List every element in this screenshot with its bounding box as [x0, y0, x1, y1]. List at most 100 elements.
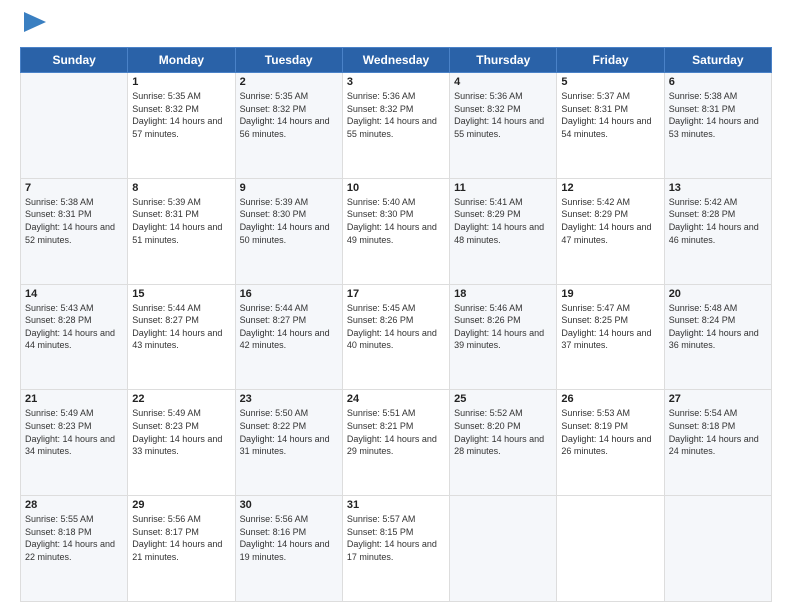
cell-info: Sunrise: 5:39 AMSunset: 8:30 PMDaylight:…	[240, 196, 338, 246]
day-number: 15	[132, 288, 230, 300]
day-number: 5	[561, 76, 659, 88]
calendar-cell	[557, 496, 664, 602]
weekday-header-saturday: Saturday	[664, 48, 771, 73]
logo	[20, 16, 46, 37]
cell-info: Sunrise: 5:39 AMSunset: 8:31 PMDaylight:…	[132, 196, 230, 246]
calendar-cell: 14Sunrise: 5:43 AMSunset: 8:28 PMDayligh…	[21, 284, 128, 390]
day-number: 13	[669, 182, 767, 194]
weekday-header-sunday: Sunday	[21, 48, 128, 73]
calendar-cell: 5 Sunrise: 5:37 AMSunset: 8:31 PMDaylight…	[557, 73, 664, 179]
calendar-week-row: 7Sunrise: 5:38 AMSunset: 8:31 PMDaylight…	[21, 178, 772, 284]
day-number: 7	[25, 182, 123, 194]
calendar-cell: 8 Sunrise: 5:39 AMSunset: 8:31 PMDaylight…	[128, 178, 235, 284]
calendar-cell: 21 Sunrise: 5:49 AMSunset: 8:23 PMDayligh…	[21, 390, 128, 496]
day-number: 31	[347, 499, 445, 511]
cell-info: Sunrise: 5:46 AMSunset: 8:26 PMDaylight:…	[454, 302, 552, 352]
calendar-cell: 27Sunrise: 5:54 AMSunset: 8:18 PMDayligh…	[664, 390, 771, 496]
day-number: 22	[132, 393, 230, 405]
logo-arrow-icon	[24, 12, 46, 32]
weekday-header-thursday: Thursday	[450, 48, 557, 73]
calendar-header: SundayMondayTuesdayWednesdayThursdayFrid…	[21, 48, 772, 73]
cell-info: Sunrise: 5:44 AMSunset: 8:27 PMDaylight:…	[240, 302, 338, 352]
day-number: 18	[454, 288, 552, 300]
header	[20, 16, 772, 37]
calendar-cell: 31Sunrise: 5:57 AMSunset: 8:15 PMDayligh…	[342, 496, 449, 602]
day-number: 6	[669, 76, 767, 88]
cell-info: Sunrise: 5:36 AMSunset: 8:32 PMDaylight:…	[347, 90, 445, 140]
day-number: 19	[561, 288, 659, 300]
cell-info: Sunrise: 5:48 AMSunset: 8:24 PMDaylight:…	[669, 302, 767, 352]
cell-info: Sunrise: 5:44 AMSunset: 8:27 PMDaylight:…	[132, 302, 230, 352]
calendar-week-row: 28 Sunrise: 5:55 AMSunset: 8:18 PMDayligh…	[21, 496, 772, 602]
cell-info: Sunrise: 5:35 AMSunset: 8:32 PMDaylight:…	[240, 90, 338, 140]
calendar-cell: 19 Sunrise: 5:47 AMSunset: 8:25 PMDayligh…	[557, 284, 664, 390]
cell-info: Sunrise: 5:56 AMSunset: 8:16 PMDaylight:…	[240, 513, 338, 563]
calendar-cell: 15 Sunrise: 5:44 AMSunset: 8:27 PMDayligh…	[128, 284, 235, 390]
day-number: 11	[454, 182, 552, 194]
calendar-cell: 22 Sunrise: 5:49 AMSunset: 8:23 PMDayligh…	[128, 390, 235, 496]
day-number: 21	[25, 393, 123, 405]
calendar-cell: 29 Sunrise: 5:56 AMSunset: 8:17 PMDayligh…	[128, 496, 235, 602]
page: SundayMondayTuesdayWednesdayThursdayFrid…	[0, 0, 792, 612]
day-number: 17	[347, 288, 445, 300]
day-number: 23	[240, 393, 338, 405]
day-number: 29	[132, 499, 230, 511]
day-number: 8	[132, 182, 230, 194]
cell-info: Sunrise: 5:42 AMSunset: 8:29 PMDaylight:…	[561, 196, 659, 246]
calendar-week-row: 14Sunrise: 5:43 AMSunset: 8:28 PMDayligh…	[21, 284, 772, 390]
cell-info: Sunrise: 5:47 AMSunset: 8:25 PMDaylight:…	[561, 302, 659, 352]
calendar-cell: 7Sunrise: 5:38 AMSunset: 8:31 PMDaylight…	[21, 178, 128, 284]
day-number: 4	[454, 76, 552, 88]
cell-info: Sunrise: 5:35 AMSunset: 8:32 PMDaylight:…	[132, 90, 230, 140]
day-number: 9	[240, 182, 338, 194]
weekday-header-tuesday: Tuesday	[235, 48, 342, 73]
calendar-cell: 1 Sunrise: 5:35 AMSunset: 8:32 PMDaylight…	[128, 73, 235, 179]
cell-info: Sunrise: 5:49 AMSunset: 8:23 PMDaylight:…	[132, 407, 230, 457]
calendar-cell: 25 Sunrise: 5:52 AMSunset: 8:20 PMDayligh…	[450, 390, 557, 496]
day-number: 28	[25, 499, 123, 511]
calendar-cell: 26Sunrise: 5:53 AMSunset: 8:19 PMDayligh…	[557, 390, 664, 496]
day-number: 12	[561, 182, 659, 194]
cell-info: Sunrise: 5:41 AMSunset: 8:29 PMDaylight:…	[454, 196, 552, 246]
day-number: 2	[240, 76, 338, 88]
cell-info: Sunrise: 5:37 AMSunset: 8:31 PMDaylight:…	[561, 90, 659, 140]
calendar-week-row: 21 Sunrise: 5:49 AMSunset: 8:23 PMDayligh…	[21, 390, 772, 496]
cell-info: Sunrise: 5:45 AMSunset: 8:26 PMDaylight:…	[347, 302, 445, 352]
cell-info: Sunrise: 5:49 AMSunset: 8:23 PMDaylight:…	[25, 407, 123, 457]
day-number: 16	[240, 288, 338, 300]
calendar-cell: 23 Sunrise: 5:50 AMSunset: 8:22 PMDayligh…	[235, 390, 342, 496]
calendar-cell: 17 Sunrise: 5:45 AMSunset: 8:26 PMDayligh…	[342, 284, 449, 390]
day-number: 20	[669, 288, 767, 300]
cell-info: Sunrise: 5:55 AMSunset: 8:18 PMDaylight:…	[25, 513, 123, 563]
calendar-cell: 12 Sunrise: 5:42 AMSunset: 8:29 PMDayligh…	[557, 178, 664, 284]
day-number: 25	[454, 393, 552, 405]
calendar-cell	[664, 496, 771, 602]
calendar-cell: 18 Sunrise: 5:46 AMSunset: 8:26 PMDayligh…	[450, 284, 557, 390]
day-number: 1	[132, 76, 230, 88]
weekday-row: SundayMondayTuesdayWednesdayThursdayFrid…	[21, 48, 772, 73]
calendar-cell: 4Sunrise: 5:36 AMSunset: 8:32 PMDaylight…	[450, 73, 557, 179]
cell-info: Sunrise: 5:53 AMSunset: 8:19 PMDaylight:…	[561, 407, 659, 457]
cell-info: Sunrise: 5:40 AMSunset: 8:30 PMDaylight:…	[347, 196, 445, 246]
cell-info: Sunrise: 5:52 AMSunset: 8:20 PMDaylight:…	[454, 407, 552, 457]
cell-info: Sunrise: 5:38 AMSunset: 8:31 PMDaylight:…	[669, 90, 767, 140]
calendar-week-row: 1 Sunrise: 5:35 AMSunset: 8:32 PMDaylight…	[21, 73, 772, 179]
weekday-header-friday: Friday	[557, 48, 664, 73]
cell-info: Sunrise: 5:43 AMSunset: 8:28 PMDaylight:…	[25, 302, 123, 352]
calendar-table: SundayMondayTuesdayWednesdayThursdayFrid…	[20, 47, 772, 602]
calendar-cell: 9 Sunrise: 5:39 AMSunset: 8:30 PMDaylight…	[235, 178, 342, 284]
calendar-cell: 28 Sunrise: 5:55 AMSunset: 8:18 PMDayligh…	[21, 496, 128, 602]
cell-info: Sunrise: 5:42 AMSunset: 8:28 PMDaylight:…	[669, 196, 767, 246]
calendar-cell: 24 Sunrise: 5:51 AMSunset: 8:21 PMDayligh…	[342, 390, 449, 496]
weekday-header-wednesday: Wednesday	[342, 48, 449, 73]
calendar-cell: 2 Sunrise: 5:35 AMSunset: 8:32 PMDaylight…	[235, 73, 342, 179]
calendar-cell	[450, 496, 557, 602]
cell-info: Sunrise: 5:51 AMSunset: 8:21 PMDaylight:…	[347, 407, 445, 457]
cell-info: Sunrise: 5:56 AMSunset: 8:17 PMDaylight:…	[132, 513, 230, 563]
calendar-cell: 10Sunrise: 5:40 AMSunset: 8:30 PMDayligh…	[342, 178, 449, 284]
calendar-cell: 16 Sunrise: 5:44 AMSunset: 8:27 PMDayligh…	[235, 284, 342, 390]
logo-text	[20, 16, 46, 37]
day-number: 24	[347, 393, 445, 405]
cell-info: Sunrise: 5:50 AMSunset: 8:22 PMDaylight:…	[240, 407, 338, 457]
day-number: 27	[669, 393, 767, 405]
